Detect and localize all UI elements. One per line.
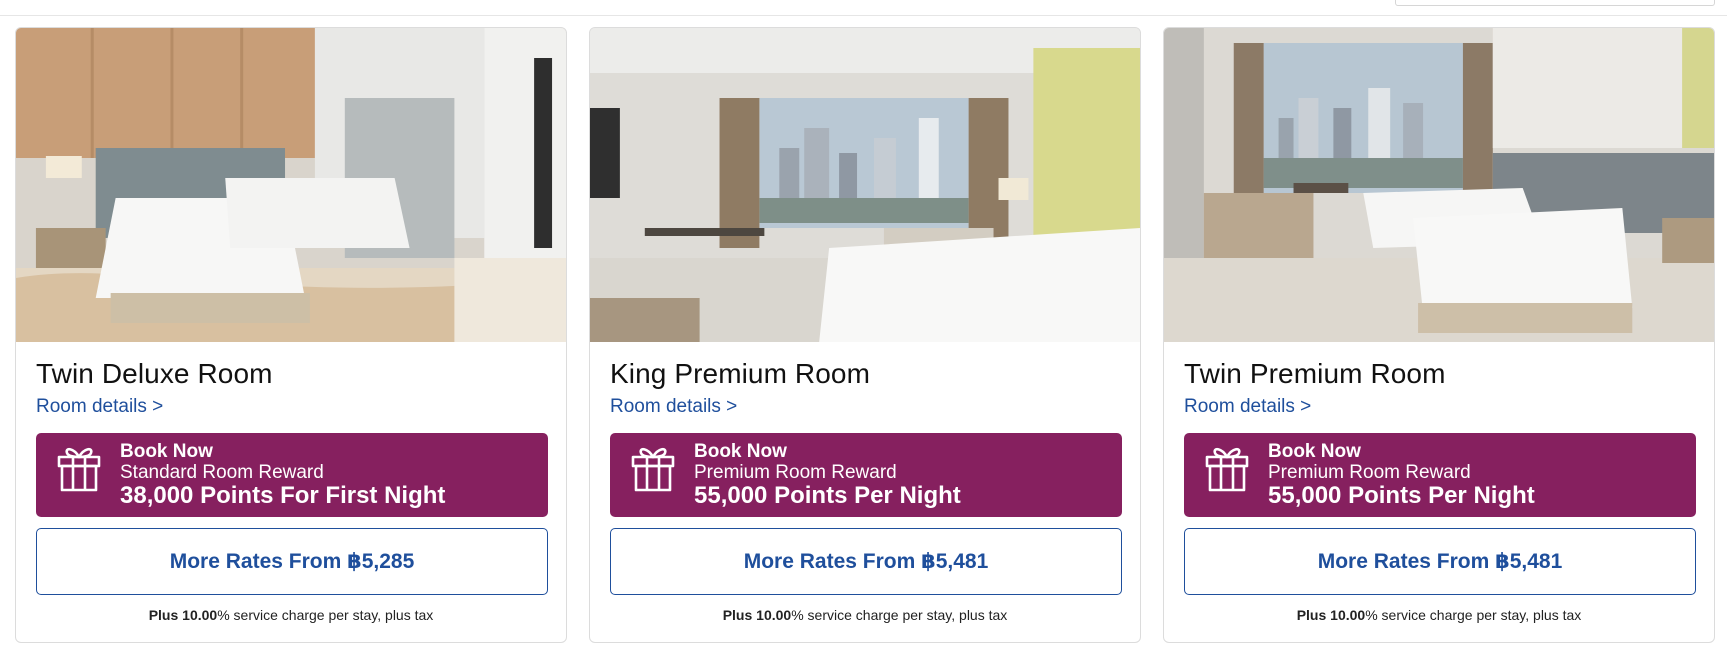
note-percent: 10.00 — [182, 607, 218, 623]
top-control-edge[interactable] — [1395, 0, 1715, 6]
room-details-link[interactable]: Room details > — [36, 396, 163, 418]
reward-points: 38,000 Points For First Night — [120, 482, 446, 509]
reward-cta: Book Now — [1268, 441, 1361, 462]
room-title: Twin Premium Room — [1184, 358, 1446, 389]
room-photo[interactable] — [16, 28, 566, 342]
reward-type: Standard Room Reward — [120, 462, 324, 483]
reward-cta: Book Now — [120, 441, 213, 462]
room-details-link[interactable]: Room details > — [1184, 396, 1311, 418]
reward-booking-banner[interactable]: Book Now Premium Room Reward 55,000 Poin… — [1184, 433, 1696, 517]
room-photo[interactable] — [1164, 28, 1714, 342]
room-card-twin-premium: Twin Premium Room Room details > Book No… — [1163, 27, 1715, 643]
gift-icon — [56, 444, 102, 492]
room-title: King Premium Room — [610, 358, 871, 389]
note-prefix: Plus — [1296, 607, 1327, 623]
room-photo[interactable] — [590, 28, 1140, 342]
note-percent: 10.00 — [1330, 607, 1366, 623]
reward-booking-banner[interactable]: Book Now Premium Room Reward 55,000 Poin… — [610, 433, 1122, 517]
reward-cta: Book Now — [694, 441, 787, 462]
more-rates-button[interactable]: More Rates From ฿5,285 — [36, 528, 548, 595]
note-percent: 10.00 — [756, 607, 792, 623]
more-rates-button[interactable]: More Rates From ฿5,481 — [1184, 528, 1696, 595]
note-suffix: % service charge per stay, plus tax — [1365, 607, 1582, 623]
reward-type: Premium Room Reward — [1268, 462, 1471, 483]
service-charge-note: Plus 10.00% service charge per stay, plu… — [16, 607, 566, 623]
room-card-twin-deluxe: Twin Deluxe Room Room details > Book Now… — [15, 27, 567, 643]
room-card-king-premium: King Premium Room Room details > Book No… — [589, 27, 1141, 643]
more-rates-button[interactable]: More Rates From ฿5,481 — [610, 528, 1122, 595]
note-prefix: Plus — [722, 607, 753, 623]
note-suffix: % service charge per stay, plus tax — [217, 607, 434, 623]
top-divider — [0, 15, 1727, 16]
reward-booking-banner[interactable]: Book Now Standard Room Reward 38,000 Poi… — [36, 433, 548, 517]
gift-icon — [630, 444, 676, 492]
note-suffix: % service charge per stay, plus tax — [791, 607, 1008, 623]
reward-points: 55,000 Points Per Night — [694, 482, 961, 509]
gift-icon — [1204, 444, 1250, 492]
room-details-link[interactable]: Room details > — [610, 396, 737, 418]
room-title: Twin Deluxe Room — [36, 358, 273, 389]
service-charge-note: Plus 10.00% service charge per stay, plu… — [1164, 607, 1714, 623]
reward-type: Premium Room Reward — [694, 462, 897, 483]
service-charge-note: Plus 10.00% service charge per stay, plu… — [590, 607, 1140, 623]
note-prefix: Plus — [148, 607, 179, 623]
reward-points: 55,000 Points Per Night — [1268, 482, 1535, 509]
